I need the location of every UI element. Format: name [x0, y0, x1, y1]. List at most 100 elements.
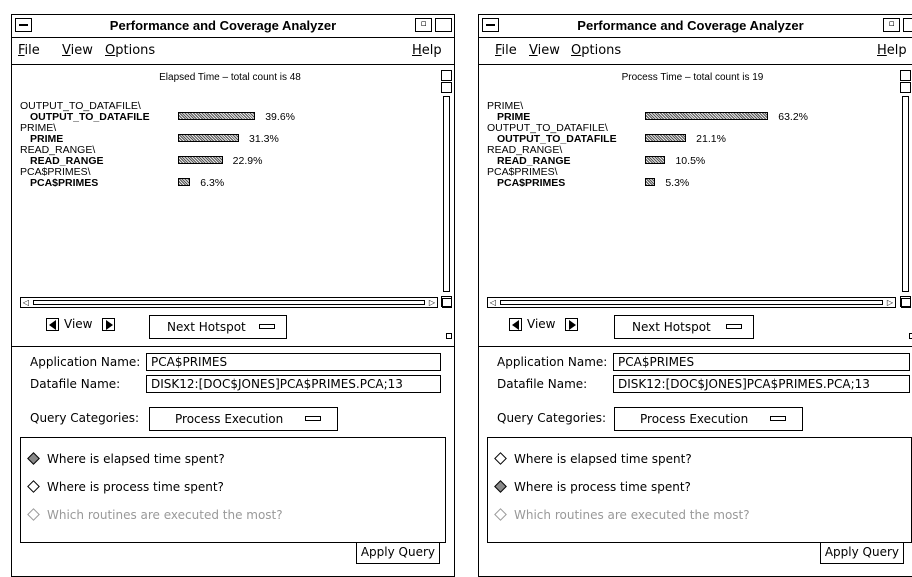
hotspot-row[interactable]: READ_RANGE 22.9%: [20, 155, 440, 167]
scroll-right-icon[interactable]: ▷: [885, 298, 895, 307]
scroll-thumb[interactable]: [33, 300, 425, 305]
vertical-scrollbar[interactable]: [441, 70, 452, 309]
hotspot-row[interactable]: READ_RANGE 10.5%: [487, 155, 898, 167]
hotspot-percent: 6.3%: [200, 177, 225, 189]
datafile-name-field[interactable]: DISK12:[DOC$JONES]PCA$PRIMES.PCA;13: [146, 375, 441, 393]
query-categories-menu[interactable]: Process Execution: [149, 407, 338, 431]
hotspot-list: PRIME\ PRIME 63.2% OUTPUT_TO_DATAFILE\ OUTPU…: [487, 100, 898, 189]
next-hotspot-button[interactable]: Next Hotspot: [614, 315, 754, 339]
query-options-box: Where is elapsed time spent? Where is pr…: [487, 437, 912, 543]
menu-view[interactable]: View: [529, 43, 560, 58]
next-hotspot-label: Next Hotspot: [167, 320, 246, 334]
resize-corner-icon[interactable]: [901, 298, 911, 308]
hotspot-bar: [178, 178, 191, 186]
option-menu-indicator-icon: [726, 324, 742, 329]
hotspot-bar: [645, 178, 656, 186]
hotspot-percent: 5.3%: [665, 177, 690, 189]
window-title: Performance and Coverage Analyzer: [577, 18, 804, 33]
view-label: View: [64, 317, 93, 331]
scroll-left-icon[interactable]: ◁: [488, 298, 498, 307]
vertical-scrollbar[interactable]: [900, 70, 911, 309]
hotspot-bar: [645, 112, 769, 120]
scroll-up-icon[interactable]: [441, 70, 452, 81]
radio-label: Where is process time spent?: [47, 480, 224, 494]
scroll-track[interactable]: [902, 96, 909, 292]
scroll-track[interactable]: [443, 96, 450, 292]
hotspot-row[interactable]: PRIME 31.3%: [20, 133, 440, 145]
hotspot-parent-row[interactable]: OUTPUT_TO_DATAFILE\: [20, 100, 440, 112]
next-view-icon[interactable]: [102, 318, 115, 331]
next-hotspot-button[interactable]: Next Hotspot: [149, 315, 287, 339]
minimize-icon[interactable]: ▫: [883, 18, 900, 32]
hotspot-parent-row[interactable]: PCA$PRIMES\: [487, 166, 898, 178]
apply-query-button[interactable]: Apply Query: [355, 542, 440, 564]
window-menu-icon[interactable]: [15, 18, 32, 32]
apply-query-button[interactable]: Apply Query: [819, 542, 904, 564]
hotspot-row[interactable]: PRIME 63.2%: [487, 111, 898, 123]
menu-file[interactable]: File: [495, 43, 517, 58]
maximize-icon[interactable]: [435, 18, 452, 32]
menu-view[interactable]: View: [62, 43, 93, 58]
scroll-right-icon[interactable]: ▷: [427, 298, 437, 307]
pca-window-elapsed: Performance and Coverage Analyzer ▫ File…: [11, 14, 455, 577]
hotspot-parent-row[interactable]: OUTPUT_TO_DATAFILE\: [487, 122, 898, 134]
scroll-top-icon[interactable]: [441, 82, 452, 93]
hotspot-row[interactable]: OUTPUT_TO_DATAFILE 39.6%: [20, 111, 440, 123]
hotspot-parent-row[interactable]: PRIME\: [20, 122, 440, 134]
view-label: View: [527, 317, 556, 331]
scroll-top-icon[interactable]: [900, 82, 911, 93]
radio-diamond-icon: [494, 508, 507, 521]
hotspot-row[interactable]: PCA$PRIMES 5.3%: [487, 177, 898, 189]
hotspot-row[interactable]: PCA$PRIMES 6.3%: [20, 177, 440, 189]
scroll-thumb[interactable]: [500, 300, 883, 305]
next-hotspot-label: Next Hotspot: [632, 320, 711, 334]
pane-title: Elapsed Time – total count is 48: [159, 72, 301, 83]
sash-handle[interactable]: [446, 333, 452, 339]
option-menu-indicator-icon: [770, 416, 786, 421]
hotspot-list: OUTPUT_TO_DATAFILE\ OUTPUT_TO_DATAFILE 39.…: [20, 100, 440, 189]
maximize-icon[interactable]: [903, 18, 912, 32]
scroll-left-icon[interactable]: ◁: [21, 298, 31, 307]
hotspot-bar: [645, 156, 666, 164]
menu-options[interactable]: Options: [571, 43, 621, 58]
menu-file[interactable]: File: [18, 43, 40, 58]
datafile-name-label: Datafile Name:: [497, 377, 588, 391]
hotspot-row[interactable]: OUTPUT_TO_DATAFILE 21.1%: [487, 133, 898, 145]
hotspot-parent-row[interactable]: PCA$PRIMES\: [20, 166, 440, 178]
option-menu-indicator-icon: [305, 416, 321, 421]
query-categories-label: Query Categories:: [497, 411, 607, 425]
application-name-field[interactable]: PCA$PRIMES: [146, 353, 441, 371]
title-bar[interactable]: Performance and Coverage Analyzer ▫: [12, 15, 454, 38]
hotspot-parent-row[interactable]: PRIME\: [487, 100, 898, 112]
radio-diamond-icon: [27, 508, 40, 521]
title-bar[interactable]: Performance and Coverage Analyzer ▫: [479, 15, 912, 38]
datafile-name-field[interactable]: DISK12:[DOC$JONES]PCA$PRIMES.PCA;13: [613, 375, 910, 393]
application-name-field[interactable]: PCA$PRIMES: [613, 353, 910, 371]
resize-corner-icon[interactable]: [442, 298, 452, 308]
hotspot-bar: [178, 112, 256, 120]
next-view-icon[interactable]: [565, 318, 578, 331]
application-name-label: Application Name:: [497, 355, 608, 369]
hotspot-routine-label: PCA$PRIMES: [30, 177, 99, 189]
scroll-up-icon[interactable]: [900, 70, 911, 81]
menu-help[interactable]: Help: [877, 43, 907, 58]
radio-diamond-icon: [494, 452, 507, 465]
radio-label: Where is elapsed time spent?: [514, 452, 692, 466]
radio-diamond-icon: [27, 480, 40, 493]
radio-label: Which routines are executed the most?: [514, 508, 750, 522]
radio-label: Where is process time spent?: [514, 480, 691, 494]
horizontal-scrollbar[interactable]: ◁ ▷: [487, 297, 896, 308]
hotspot-parent-row[interactable]: READ_RANGE\: [20, 144, 440, 156]
menu-help[interactable]: Help: [412, 43, 442, 58]
hotspot-parent-row[interactable]: READ_RANGE\: [487, 144, 898, 156]
horizontal-scrollbar[interactable]: ◁ ▷: [20, 297, 438, 308]
query-categories-menu[interactable]: Process Execution: [614, 407, 803, 431]
menu-options[interactable]: Options: [105, 43, 155, 58]
window-menu-icon[interactable]: [482, 18, 499, 32]
hotspot-bar: [645, 134, 687, 142]
previous-view-icon[interactable]: [46, 318, 59, 331]
previous-view-icon[interactable]: [509, 318, 522, 331]
hotspot-bar: [178, 156, 223, 164]
minimize-icon[interactable]: ▫: [415, 18, 432, 32]
menu-bar: File View Options Help: [12, 38, 454, 65]
